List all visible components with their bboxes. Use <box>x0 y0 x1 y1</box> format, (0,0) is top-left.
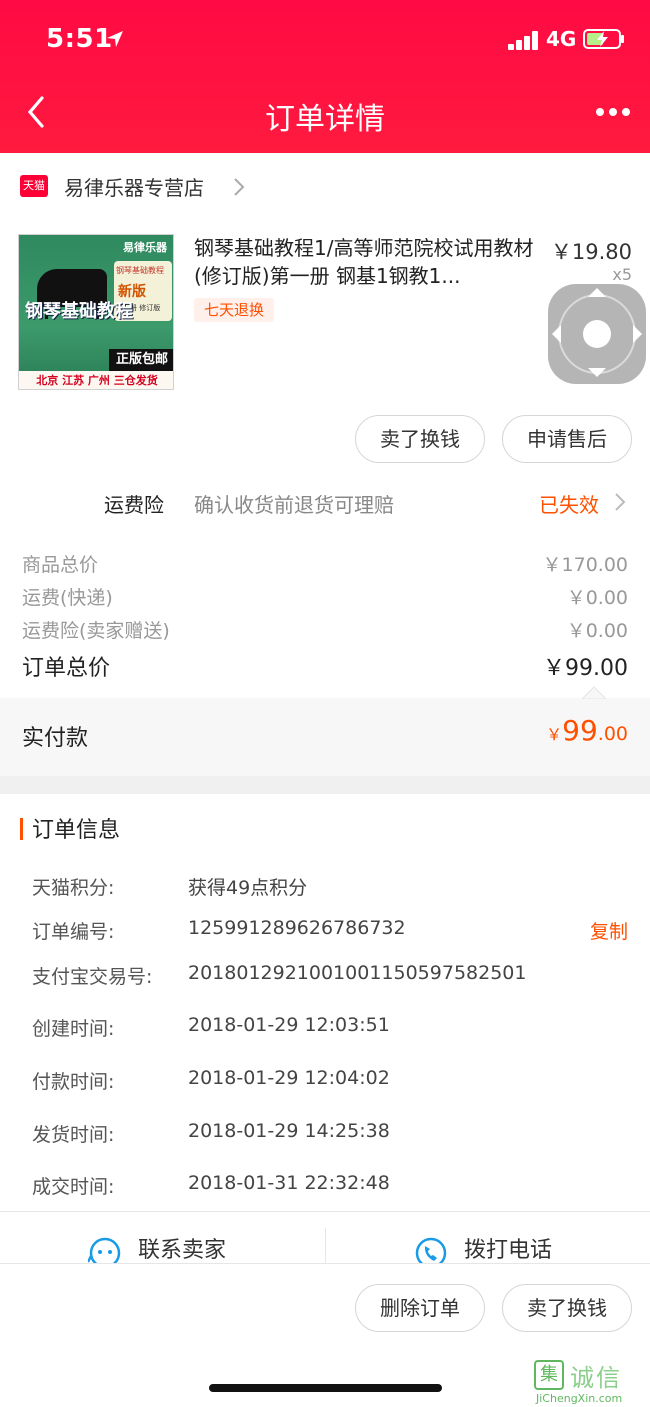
section-marker <box>20 818 23 840</box>
info-key: 订单编号: <box>32 921 115 943</box>
header-bar: 5:51 4G 订单详情 <box>0 0 650 153</box>
caret-up-icon <box>582 686 606 699</box>
watermark-text: 诚信 <box>570 1364 622 1392</box>
insurance-fee-value: ￥0.00 <box>566 620 628 642</box>
paid-decimal: .00 <box>597 723 628 745</box>
order-total-row: 订单总价 ￥99.00 <box>22 650 628 681</box>
info-value: 125991289626786732 <box>188 917 406 939</box>
after-sale-button[interactable]: 申请售后 <box>502 415 632 463</box>
more-options-icon[interactable] <box>596 108 630 118</box>
product-image-brand: 易律乐器 <box>123 241 167 254</box>
contact-seller-button[interactable]: 联系卖家 <box>138 1232 226 1264</box>
order-total-value: ￥99.00 <box>543 656 628 681</box>
cover-ribbon: 正版包邮 <box>109 349 173 371</box>
location-arrow-icon <box>107 31 123 47</box>
shipping-label: 运费(快递) <box>22 587 113 609</box>
watermark: 集 诚信 JiChengXin.com <box>532 1356 650 1407</box>
info-row-created: 创建时间: 2018-01-29 12:03:51 <box>32 1014 628 1046</box>
info-value: 获得49点积分 <box>188 877 308 899</box>
shipping-value: ￥0.00 <box>566 587 628 609</box>
arrow-down-icon <box>588 368 606 377</box>
refund-tag: 七天退换 <box>194 298 274 322</box>
product-image[interactable]: 易律乐器 钢琴基础教程 新版 第一册 修订版 钢琴基础教程 正版包邮 北京 江苏… <box>18 234 174 390</box>
quantity: x5 <box>612 265 632 284</box>
info-key: 发货时间: <box>32 1124 115 1146</box>
insurance-fee-row: 运费险(卖家赠送) ￥0.00 <box>22 616 628 646</box>
footer-sell-button[interactable]: 卖了换钱 <box>502 1284 632 1332</box>
copy-button[interactable]: 复制 <box>590 917 628 944</box>
sell-button[interactable]: 卖了换钱 <box>355 415 485 463</box>
chevron-right-icon <box>234 178 245 196</box>
goods-total-value: ￥170.00 <box>542 554 628 576</box>
info-row-alipay-number: 支付宝交易号: 2018012921001001150597582501 <box>32 962 628 994</box>
network-type: 4G <box>546 27 577 51</box>
cover-bottom-strip: 北京 江苏 广州 三仓发货 <box>19 371 173 389</box>
info-value: 2018-01-29 12:03:51 <box>188 1014 390 1036</box>
order-info-title: 订单信息 <box>32 818 121 843</box>
shop-name: 易律乐器专营店 <box>64 176 204 200</box>
arrow-left-icon <box>552 325 561 343</box>
status-time: 5:51 <box>46 24 113 54</box>
info-row-paid: 付款时间: 2018-01-29 12:04:02 <box>32 1067 628 1099</box>
paid-amount: ￥99.00 <box>546 714 628 747</box>
cover-title: 钢琴基础教程 <box>25 301 133 322</box>
page-title: 订单详情 <box>265 102 385 137</box>
product-title[interactable]: 钢琴基础教程1/高等师范院校试用教材(修订版)第一册 钢基1钢教1... <box>194 234 538 290</box>
delete-order-button[interactable]: 删除订单 <box>355 1284 485 1332</box>
chevron-right-icon[interactable] <box>613 491 627 513</box>
home-indicator[interactable] <box>209 1384 442 1392</box>
paid-label: 实付款 <box>22 726 89 751</box>
info-key: 支付宝交易号: <box>32 966 153 988</box>
call-phone-button[interactable]: 拨打电话 <box>464 1232 552 1264</box>
unit-price: ￥19.80 <box>550 240 632 264</box>
info-row-shipped: 发货时间: 2018-01-29 14:25:38 <box>32 1120 628 1152</box>
divider <box>325 1228 326 1264</box>
insurance-desc: 确认收货前退货可理赔 <box>194 493 394 517</box>
info-row-completed: 成交时间: 2018-01-31 22:32:48 <box>32 1172 628 1204</box>
info-value: 2018-01-29 14:25:38 <box>188 1120 390 1142</box>
signal-icon <box>508 30 540 50</box>
info-value: 2018-01-29 12:04:02 <box>188 1067 390 1089</box>
info-row-points: 天猫积分: 获得49点积分 <box>32 873 628 905</box>
info-value: 2018012921001001150597582501 <box>188 962 527 984</box>
paid-currency: ￥ <box>546 725 563 744</box>
assistive-touch-button[interactable] <box>548 284 646 384</box>
tmall-badge: 天猫 <box>20 175 48 197</box>
info-key: 天猫积分: <box>32 877 115 899</box>
shipping-row: 运费(快递) ￥0.00 <box>22 583 628 613</box>
info-key: 创建时间: <box>32 1018 115 1040</box>
arrow-up-icon <box>588 288 606 297</box>
order-total-label: 订单总价 <box>22 656 111 681</box>
info-key: 成交时间: <box>32 1176 115 1198</box>
section-gap <box>0 776 650 794</box>
insurance-fee-label: 运费险(卖家赠送) <box>22 620 170 642</box>
battery-charging-icon <box>583 29 624 49</box>
paid-integer: 99 <box>562 714 598 747</box>
goods-total-row: 商品总价 ￥170.00 <box>22 550 628 580</box>
status-bar: 5:51 4G <box>0 0 650 80</box>
info-row-order-number: 订单编号: 125991289626786732 <box>32 917 628 949</box>
watermark-url: JiChengXin.com <box>536 1392 623 1405</box>
info-value: 2018-01-31 22:32:48 <box>188 1172 390 1194</box>
insurance-label: 运费险 <box>104 493 164 517</box>
insurance-status[interactable]: 已失效 <box>539 489 599 518</box>
watermark-logo: 集 <box>534 1360 564 1390</box>
shop-row[interactable]: 天猫 易律乐器专营店 <box>0 163 650 211</box>
info-key: 付款时间: <box>32 1071 115 1093</box>
cover-line-1: 钢琴基础教程 <box>116 266 164 275</box>
goods-total-label: 商品总价 <box>22 554 99 576</box>
divider <box>0 1211 650 1212</box>
arrow-right-icon <box>633 325 642 343</box>
assistive-center <box>583 320 611 348</box>
